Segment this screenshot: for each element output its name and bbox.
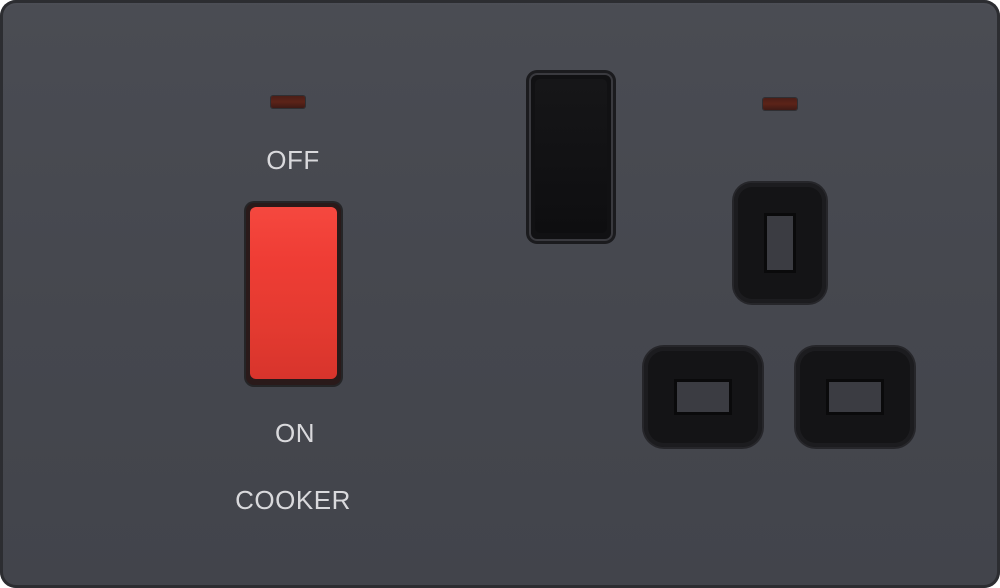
socket-rocker-face <box>535 79 607 233</box>
cooker-rocker-switch[interactable] <box>246 203 341 385</box>
on-label: ON <box>275 418 315 448</box>
socket-rocker-switch[interactable] <box>529 73 613 241</box>
cooker-rocker-face <box>250 207 337 379</box>
cooker-label: COOKER <box>235 485 351 515</box>
earth-pin-hole <box>764 213 796 273</box>
live-pin-hole <box>674 379 732 415</box>
socket-indicator-light <box>763 98 797 110</box>
socket-live-pin-slot <box>644 347 762 447</box>
off-label: OFF <box>266 145 320 175</box>
cooker-indicator-light <box>271 96 305 108</box>
cooker-control-plate: OFF ON COOKER <box>0 0 1000 588</box>
socket-neutral-pin-slot <box>796 347 914 447</box>
neutral-pin-hole <box>826 379 884 415</box>
socket-earth-pin-slot <box>734 183 826 303</box>
